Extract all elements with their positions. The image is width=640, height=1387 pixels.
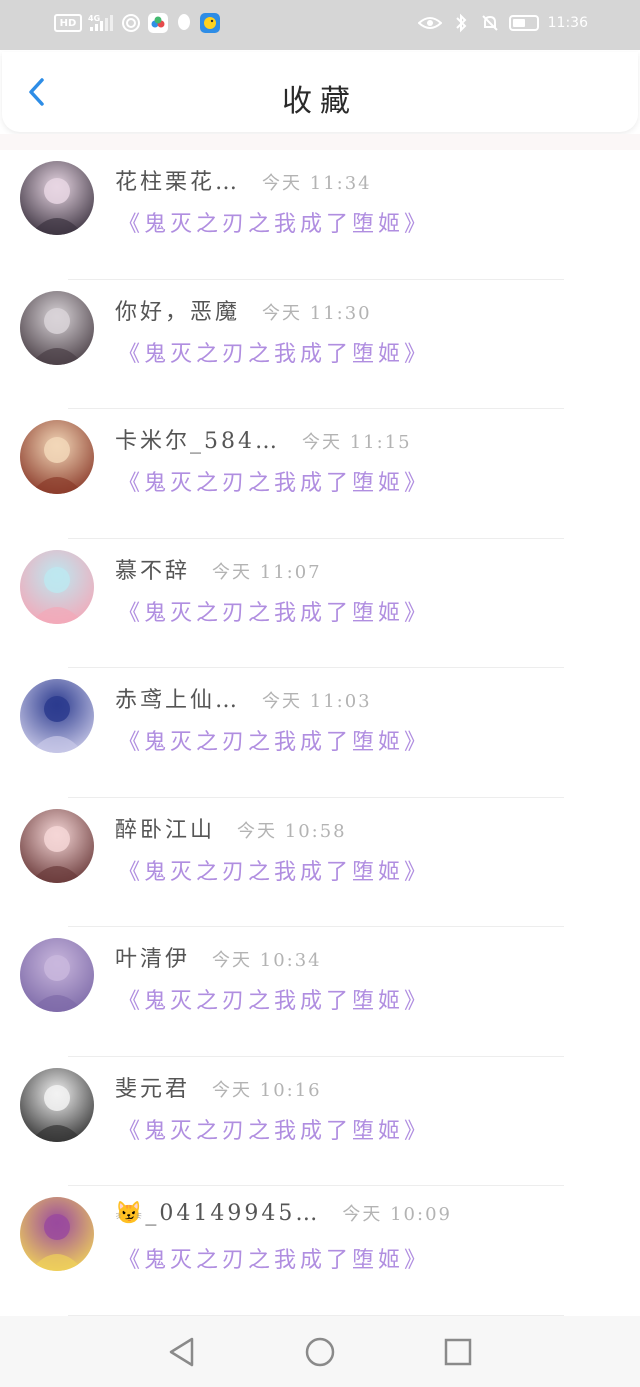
avatar[interactable] [20,549,94,624]
list-item[interactable]: 斐元君 今天 10:16 《鬼灭之刃之我成了堕姬》 [0,1057,640,1186]
status-bar: HD 4G 11:36 [0,0,640,50]
item-header-row: 斐元君 今天 10:16 [115,1071,322,1103]
cloud-app-icon [148,13,168,33]
status-time: 11:36 [547,15,588,31]
book-title-link[interactable]: 《鬼灭之刃之我成了堕姬》 [118,854,430,886]
qq-icon [174,13,194,33]
timestamp: 今天 10:58 [237,820,347,842]
item-header-row: 花柱栗花… 今天 11:34 [115,164,372,196]
system-nav-bar [0,1316,640,1387]
book-title-link[interactable]: 《鬼灭之刃之我成了堕姬》 [118,595,430,627]
list-item[interactable]: 😼_04149945… 今天 10:09 《鬼灭之刃之我成了堕姬》 [0,1186,640,1316]
list-item[interactable]: 叶清伊 今天 10:34 《鬼灭之刃之我成了堕姬》 [0,927,640,1057]
avatar[interactable] [20,679,94,753]
timestamp: 今天 11:30 [262,302,372,324]
avatar[interactable] [20,290,94,365]
network-type-label: 4G [88,14,100,23]
status-left: HD 4G [54,13,220,33]
item-header-row: 你好，恶魔 今天 11:30 [115,294,372,326]
timestamp: 今天 11:03 [262,691,372,712]
favorites-list: 花柱栗花… 今天 11:34 《鬼灭之刃之我成了堕姬》 你好，恶魔 今天 11:30 《鬼… [0,150,640,1316]
avatar[interactable] [20,1197,94,1271]
list-item[interactable]: 花柱栗花… 今天 11:34 《鬼灭之刃之我成了堕姬》 [0,150,640,280]
avatar[interactable] [20,938,94,1012]
timestamp: 今天 11:07 [212,561,322,583]
item-header-row: 醉卧江山 今天 10:58 [115,812,347,844]
timestamp: 今天 10:16 [212,1079,322,1101]
nav-recents-button[interactable] [438,1332,478,1372]
item-header-row: 慕不辞 今天 11:07 [115,553,322,585]
book-title-link[interactable]: 《鬼灭之刃之我成了堕姬》 [118,983,430,1015]
list-item[interactable]: 醉卧江山 今天 10:58 《鬼灭之刃之我成了堕姬》 [0,798,640,927]
avatar[interactable] [20,420,94,494]
header-spacer [0,134,640,150]
item-header-row: 叶清伊 今天 10:34 [115,941,322,973]
book-title-link[interactable]: 《鬼灭之刃之我成了堕姬》 [118,1242,430,1274]
eye-icon [417,13,442,33]
user-name: 斐元君 [115,1076,191,1102]
item-header-row: 赤鸢上仙… 今天 11:03 [115,682,372,714]
top-header: 收藏 [2,52,638,132]
avatar[interactable] [20,161,94,235]
user-name: 卡米尔_584… [115,429,280,454]
user-name: 你好，恶魔 [115,299,241,325]
book-title-link[interactable]: 《鬼灭之刃之我成了堕姬》 [118,1113,430,1145]
list-item[interactable]: 慕不辞 今天 11:07 《鬼灭之刃之我成了堕姬》 [0,539,640,668]
recents-square-icon [444,1338,472,1365]
user-name: 花柱栗花… [115,170,241,195]
user-name: 慕不辞 [115,558,191,584]
hd-icon: HD [54,14,82,32]
book-title-link[interactable]: 《鬼灭之刃之我成了堕姬》 [118,465,430,497]
home-circle-icon [305,1337,335,1366]
list-item[interactable]: 赤鸢上仙… 今天 11:03 《鬼灭之刃之我成了堕姬》 [0,668,640,798]
book-title-link[interactable]: 《鬼灭之刃之我成了堕姬》 [118,336,430,368]
user-name: 赤鸢上仙… [115,688,241,713]
user-name: 😼_04149945… [115,1201,321,1226]
back-triangle-icon [169,1337,194,1366]
user-name: 醉卧江山 [115,817,216,843]
book-title-link[interactable]: 《鬼灭之刃之我成了堕姬》 [118,724,430,756]
nav-home-button[interactable] [300,1332,340,1372]
list-item[interactable]: 卡米尔_584… 今天 11:15 《鬼灭之刃之我成了堕姬》 [0,409,640,539]
item-header-row: 😼_04149945… 今天 10:09 [115,1200,452,1226]
signal-icon: 4G [88,13,114,33]
list-item[interactable]: 你好，恶魔 今天 11:30 《鬼灭之刃之我成了堕姬》 [0,280,640,409]
item-header-row: 卡米尔_584… 今天 11:15 [115,423,412,455]
timestamp: 今天 10:09 [342,1204,452,1225]
avatar[interactable] [20,808,94,883]
bird-app-icon [200,13,220,33]
user-name: 叶清伊 [115,947,191,972]
bluetooth-icon [451,13,471,33]
timestamp: 今天 11:34 [262,173,372,194]
avatar[interactable] [20,1067,94,1142]
book-title-link[interactable]: 《鬼灭之刃之我成了堕姬》 [118,206,430,238]
timestamp: 今天 10:34 [212,950,322,971]
status-right: 11:36 [417,13,588,33]
nav-back-button[interactable] [162,1332,202,1372]
page-title: 收藏 [282,84,358,119]
battery-icon [508,15,539,31]
mute-bell-icon [480,13,500,33]
timestamp: 今天 11:15 [302,432,412,453]
wifi-icon [120,13,142,33]
